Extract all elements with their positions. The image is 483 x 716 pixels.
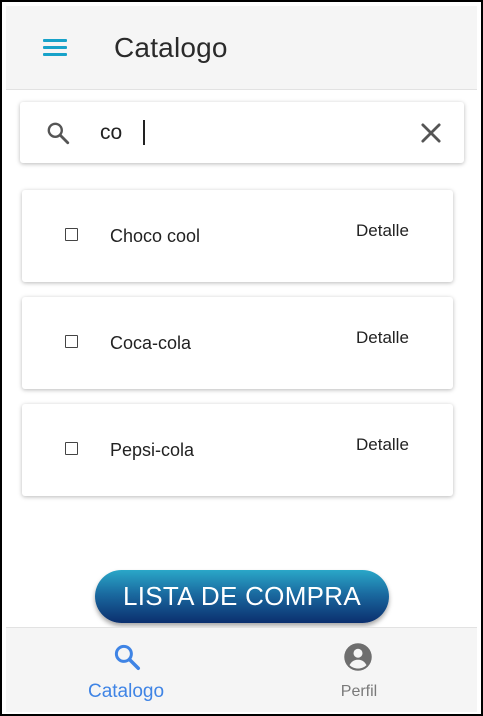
bottom-navigation: Catalogo Perfil [6,627,477,712]
search-icon [47,122,70,145]
nav-label-catalog: Catalogo [87,681,165,702]
nav-item-profile[interactable]: Perfil [299,636,419,708]
list-item: Pepsi-cola Detalle [22,404,453,496]
item-checkbox[interactable] [65,335,78,348]
close-icon[interactable] [417,119,445,147]
account-circle-icon [344,643,372,671]
item-checkbox[interactable] [65,228,78,241]
search-icon [114,644,140,670]
item-name: Coca-cola [110,333,192,353]
item-name: Pepsi-cola [110,440,195,460]
detail-button[interactable]: Detalle [356,221,409,241]
detail-button[interactable]: Detalle [356,435,409,455]
item-name: Choco cool [110,226,201,246]
list-item: Choco cool Detalle [22,190,453,282]
search-bar [20,102,464,163]
app-bar: Catalogo [6,6,477,90]
detail-button[interactable]: Detalle [356,328,409,348]
nav-label-profile: Perfil [340,683,378,700]
nav-item-catalog[interactable]: Catalogo [66,636,186,708]
shopping-list-button[interactable]: LISTA DE COMPRA [95,570,389,623]
search-input[interactable] [100,116,400,150]
item-checkbox[interactable] [65,442,78,455]
list-item: Coca-cola Detalle [22,297,453,389]
text-caret [143,120,145,145]
page-title: Catalogo [114,32,228,63]
app-frame: Catalogo Choco cool Detalle Coca-cola De… [0,0,483,716]
menu-icon[interactable] [39,33,71,61]
